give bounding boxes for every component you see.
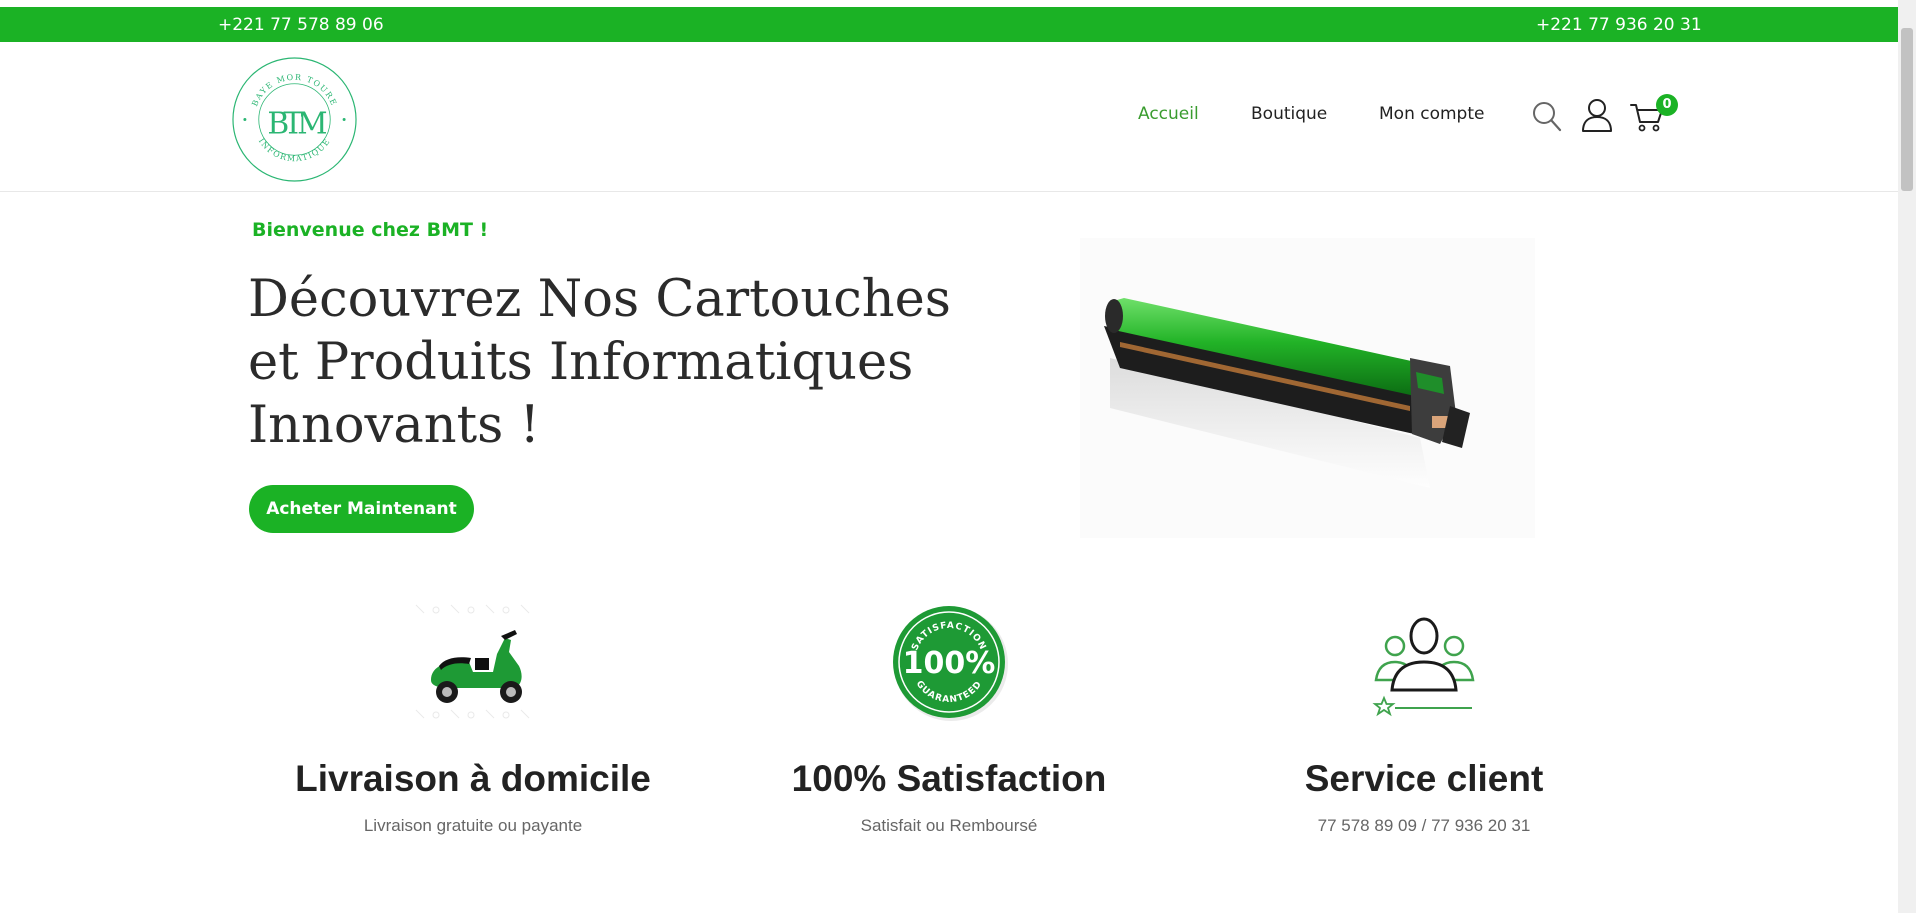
- feature-satisfaction-subtitle: Satisfait ou Remboursé: [860, 816, 1038, 835]
- buy-now-button[interactable]: Acheter Maintenant: [249, 485, 474, 533]
- user-icon[interactable]: [1581, 98, 1613, 132]
- search-icon[interactable]: [1532, 100, 1562, 132]
- hero-product-image: [1080, 238, 1535, 538]
- nav-accueil[interactable]: Accueil: [1138, 104, 1199, 124]
- nav-boutique[interactable]: Boutique: [1251, 104, 1327, 124]
- scrollbar-thumb[interactable]: [1901, 28, 1913, 191]
- welcome-text: Bienvenue chez BMT !: [252, 219, 489, 241]
- feature-service-phones: 77 578 89 09 / 77 936 20 31: [1317, 816, 1531, 835]
- logo-monogram: BTM: [267, 106, 326, 141]
- bmt-logo[interactable]: BAYE MOR TOURE INFORMATIQUE BTM: [231, 56, 358, 183]
- customer-service-icon: [1371, 617, 1474, 717]
- nav-mon-compte[interactable]: Mon compte: [1379, 104, 1484, 124]
- cart-count-badge[interactable]: 0: [1656, 94, 1678, 116]
- hero-title: Découvrez Nos Cartouches et Produits Inf…: [248, 270, 951, 455]
- satisfaction-badge-icon: SATISFACTION GUARANTEED 100%: [892, 606, 1008, 721]
- feature-satisfaction-title: 100% Satisfaction: [791, 758, 1107, 799]
- phone-number-left[interactable]: +221 77 578 89 06: [218, 15, 384, 35]
- feature-delivery-subtitle: Livraison gratuite ou payante: [363, 816, 583, 835]
- phone-number-right[interactable]: +221 77 936 20 31: [1536, 15, 1702, 35]
- top-contact-bar: +221 77 578 89 06 +221 77 936 20 31: [0, 7, 1898, 42]
- feature-delivery-title: Livraison à domicile: [295, 758, 651, 799]
- scooter-delivery-icon: [415, 604, 529, 719]
- site-header: BAYE MOR TOURE INFORMATIQUE BTM Accueil …: [0, 42, 1898, 192]
- feature-service-title: Service client: [1304, 758, 1544, 799]
- badge-number: 100%: [902, 646, 995, 681]
- feature-satisfaction: SATISFACTION GUARANTEED 100% 100% Satisf…: [739, 600, 1159, 836]
- feature-customer-service: Service client 77 578 89 09 / 77 936 20 …: [1214, 600, 1634, 836]
- feature-delivery: Livraison à domicile Livraison gratuite …: [263, 600, 683, 836]
